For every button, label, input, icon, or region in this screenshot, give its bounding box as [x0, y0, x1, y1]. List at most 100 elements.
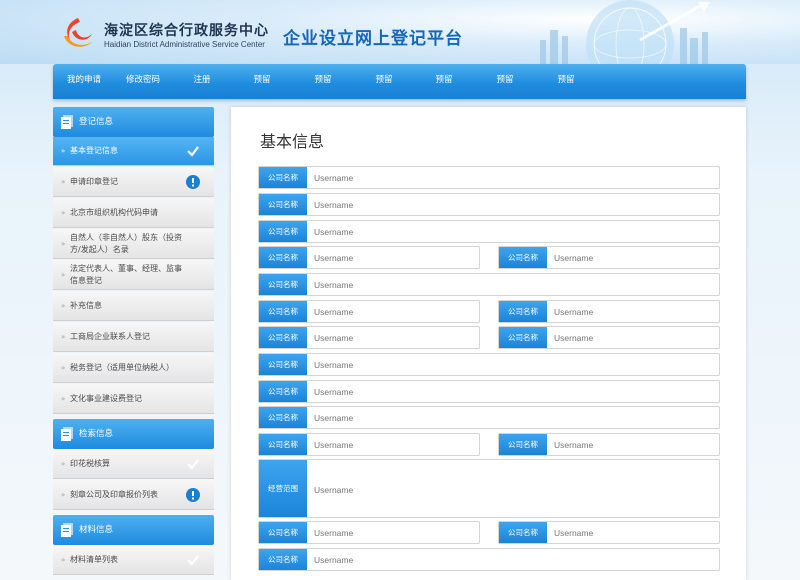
check-icon: [187, 458, 199, 470]
company-name-field: 公司名称: [258, 406, 720, 429]
org-name-english: Haidian District Administrative Service …: [104, 40, 265, 49]
nav-register[interactable]: 注册: [178, 64, 226, 99]
company-name-field: 公司名称: [258, 353, 720, 376]
sidebar-section-search[interactable]: 检索信息: [53, 419, 214, 449]
company-name-field: 公司名称: [258, 193, 720, 216]
field-label: 公司名称: [499, 301, 547, 322]
sidebar-section-registration[interactable]: 登记信息: [53, 107, 214, 137]
platform-title: 企业设立网上登记平台: [283, 29, 463, 49]
logo-icon: [64, 18, 92, 47]
company-name-field: 公司名称: [258, 326, 480, 349]
field-label: 公司名称: [259, 274, 307, 295]
arrow-icon: »: [61, 555, 66, 564]
sidebar-section-title: 登记信息: [79, 117, 114, 127]
nav-reserved-3[interactable]: 预留: [360, 64, 408, 99]
arrow-icon: »: [61, 490, 66, 499]
arrow-icon: »: [61, 208, 66, 217]
field-label: 公司名称: [259, 327, 307, 348]
field-label: 公司名称: [259, 194, 307, 215]
globe-skyline-decoration: [540, 0, 710, 64]
company-name-field: 公司名称: [498, 326, 720, 349]
nav-reserved-1[interactable]: 预留: [238, 64, 286, 99]
company-name-field: 公司名称: [258, 300, 480, 323]
arrow-icon: »: [61, 459, 66, 468]
sidebar-item-contact-person[interactable]: » 工商局企业联系人登记: [53, 322, 214, 352]
field-label: 公司名称: [259, 301, 307, 322]
sidebar-item-label: 自然人（非自然人）股东（投资方/发起人）名录: [70, 232, 182, 254]
field-label: 公司名称: [259, 221, 307, 242]
arrow-icon: »: [61, 147, 66, 155]
org-name: 海淀区综合行政服务中心: [104, 23, 269, 39]
sidebar-section-title: 材料信息: [79, 525, 114, 535]
document-icon: [61, 427, 73, 441]
sidebar-item-seal-price-list[interactable]: » 刻章公司及印章报价列表: [53, 480, 214, 510]
company-name-input[interactable]: [547, 434, 719, 455]
nav-my-applications[interactable]: 我的申请: [57, 64, 111, 99]
company-name-input[interactable]: [547, 247, 719, 268]
sidebar-item-org-code[interactable]: » 北京市组织机构代码申请: [53, 198, 214, 228]
alert-icon: [186, 487, 200, 502]
sidebar-item-legal-representative[interactable]: » 法定代表人、董事、经理、监事信息登记: [53, 260, 214, 290]
company-name-input[interactable]: [307, 301, 479, 322]
nav-change-password[interactable]: 修改密码: [116, 64, 170, 99]
sidebar-item-shareholders[interactable]: » 自然人（非自然人）股东（投资方/发起人）名录: [53, 229, 214, 259]
company-name-input[interactable]: [307, 247, 479, 268]
company-name-input[interactable]: [307, 274, 719, 295]
company-name-field: 公司名称: [258, 521, 480, 544]
company-name-field: 公司名称: [258, 273, 720, 296]
company-name-input[interactable]: [307, 522, 479, 543]
company-name-input[interactable]: [547, 522, 719, 543]
sidebar-item-tax-registration[interactable]: » 税务登记（适用单位纳税人）: [53, 353, 214, 383]
sidebar-item-seal-registration[interactable]: » 申请印章登记: [53, 167, 214, 197]
arrow-icon: »: [61, 394, 66, 403]
sidebar-item-materials-list[interactable]: » 材料清单列表: [53, 545, 214, 575]
business-scope-input[interactable]: [307, 484, 719, 496]
company-name-input[interactable]: [307, 354, 719, 375]
header: 海淀区综合行政服务中心 Haidian District Administrat…: [0, 0, 800, 64]
company-name-field: 公司名称: [258, 380, 720, 403]
sidebar-item-stamp-tax[interactable]: » 印花税核算: [53, 449, 214, 479]
sidebar-item-label: 补充信息: [70, 300, 102, 310]
company-name-input[interactable]: [307, 167, 719, 188]
company-name-input[interactable]: [307, 434, 479, 455]
company-name-input[interactable]: [307, 327, 479, 348]
field-label: 公司名称: [499, 434, 547, 455]
nav-reserved-6[interactable]: 预留: [542, 64, 590, 99]
company-name-input[interactable]: [307, 407, 719, 428]
sidebar-section-materials[interactable]: 材料信息: [53, 515, 214, 545]
company-name-input[interactable]: [547, 301, 719, 322]
company-name-field: 公司名称: [258, 548, 720, 571]
field-label: 公司名称: [499, 327, 547, 348]
arrow-icon: »: [61, 177, 66, 186]
company-name-input[interactable]: [307, 381, 719, 402]
company-name-field: 公司名称: [498, 433, 720, 456]
company-name-input[interactable]: [307, 221, 719, 242]
sidebar-item-culture-fee[interactable]: » 文化事业建设费登记: [53, 384, 214, 414]
sidebar-item-label: 税务登记（适用单位纳税人）: [70, 362, 174, 372]
arrow-icon: »: [61, 301, 66, 310]
page-title: 基本信息: [260, 132, 325, 151]
field-label: 公司名称: [259, 549, 307, 570]
arrow-icon: »: [61, 270, 66, 279]
company-name-field: 公司名称: [258, 433, 480, 456]
company-name-field: 公司名称: [258, 246, 480, 269]
nav-reserved-2[interactable]: 预留: [299, 64, 347, 99]
check-icon: [187, 554, 199, 566]
alert-icon: [186, 174, 200, 189]
field-label: 经营范围: [259, 460, 307, 517]
sidebar-item-supplementary[interactable]: » 补充信息: [53, 291, 214, 321]
document-icon: [61, 115, 73, 129]
sidebar-section-title: 检索信息: [79, 429, 114, 439]
sidebar-item-basic-registration[interactable]: » 基本登记信息: [53, 137, 214, 166]
field-label: 公司名称: [259, 434, 307, 455]
nav-reserved-5[interactable]: 预留: [481, 64, 529, 99]
nav-reserved-4[interactable]: 预留: [420, 64, 468, 99]
field-label: 公司名称: [259, 407, 307, 428]
company-name-input[interactable]: [547, 327, 719, 348]
company-name-field: 公司名称: [498, 300, 720, 323]
field-label: 公司名称: [259, 247, 307, 268]
document-icon: [61, 523, 73, 537]
field-label: 公司名称: [259, 167, 307, 188]
company-name-input[interactable]: [307, 194, 719, 215]
company-name-input[interactable]: [307, 549, 719, 570]
